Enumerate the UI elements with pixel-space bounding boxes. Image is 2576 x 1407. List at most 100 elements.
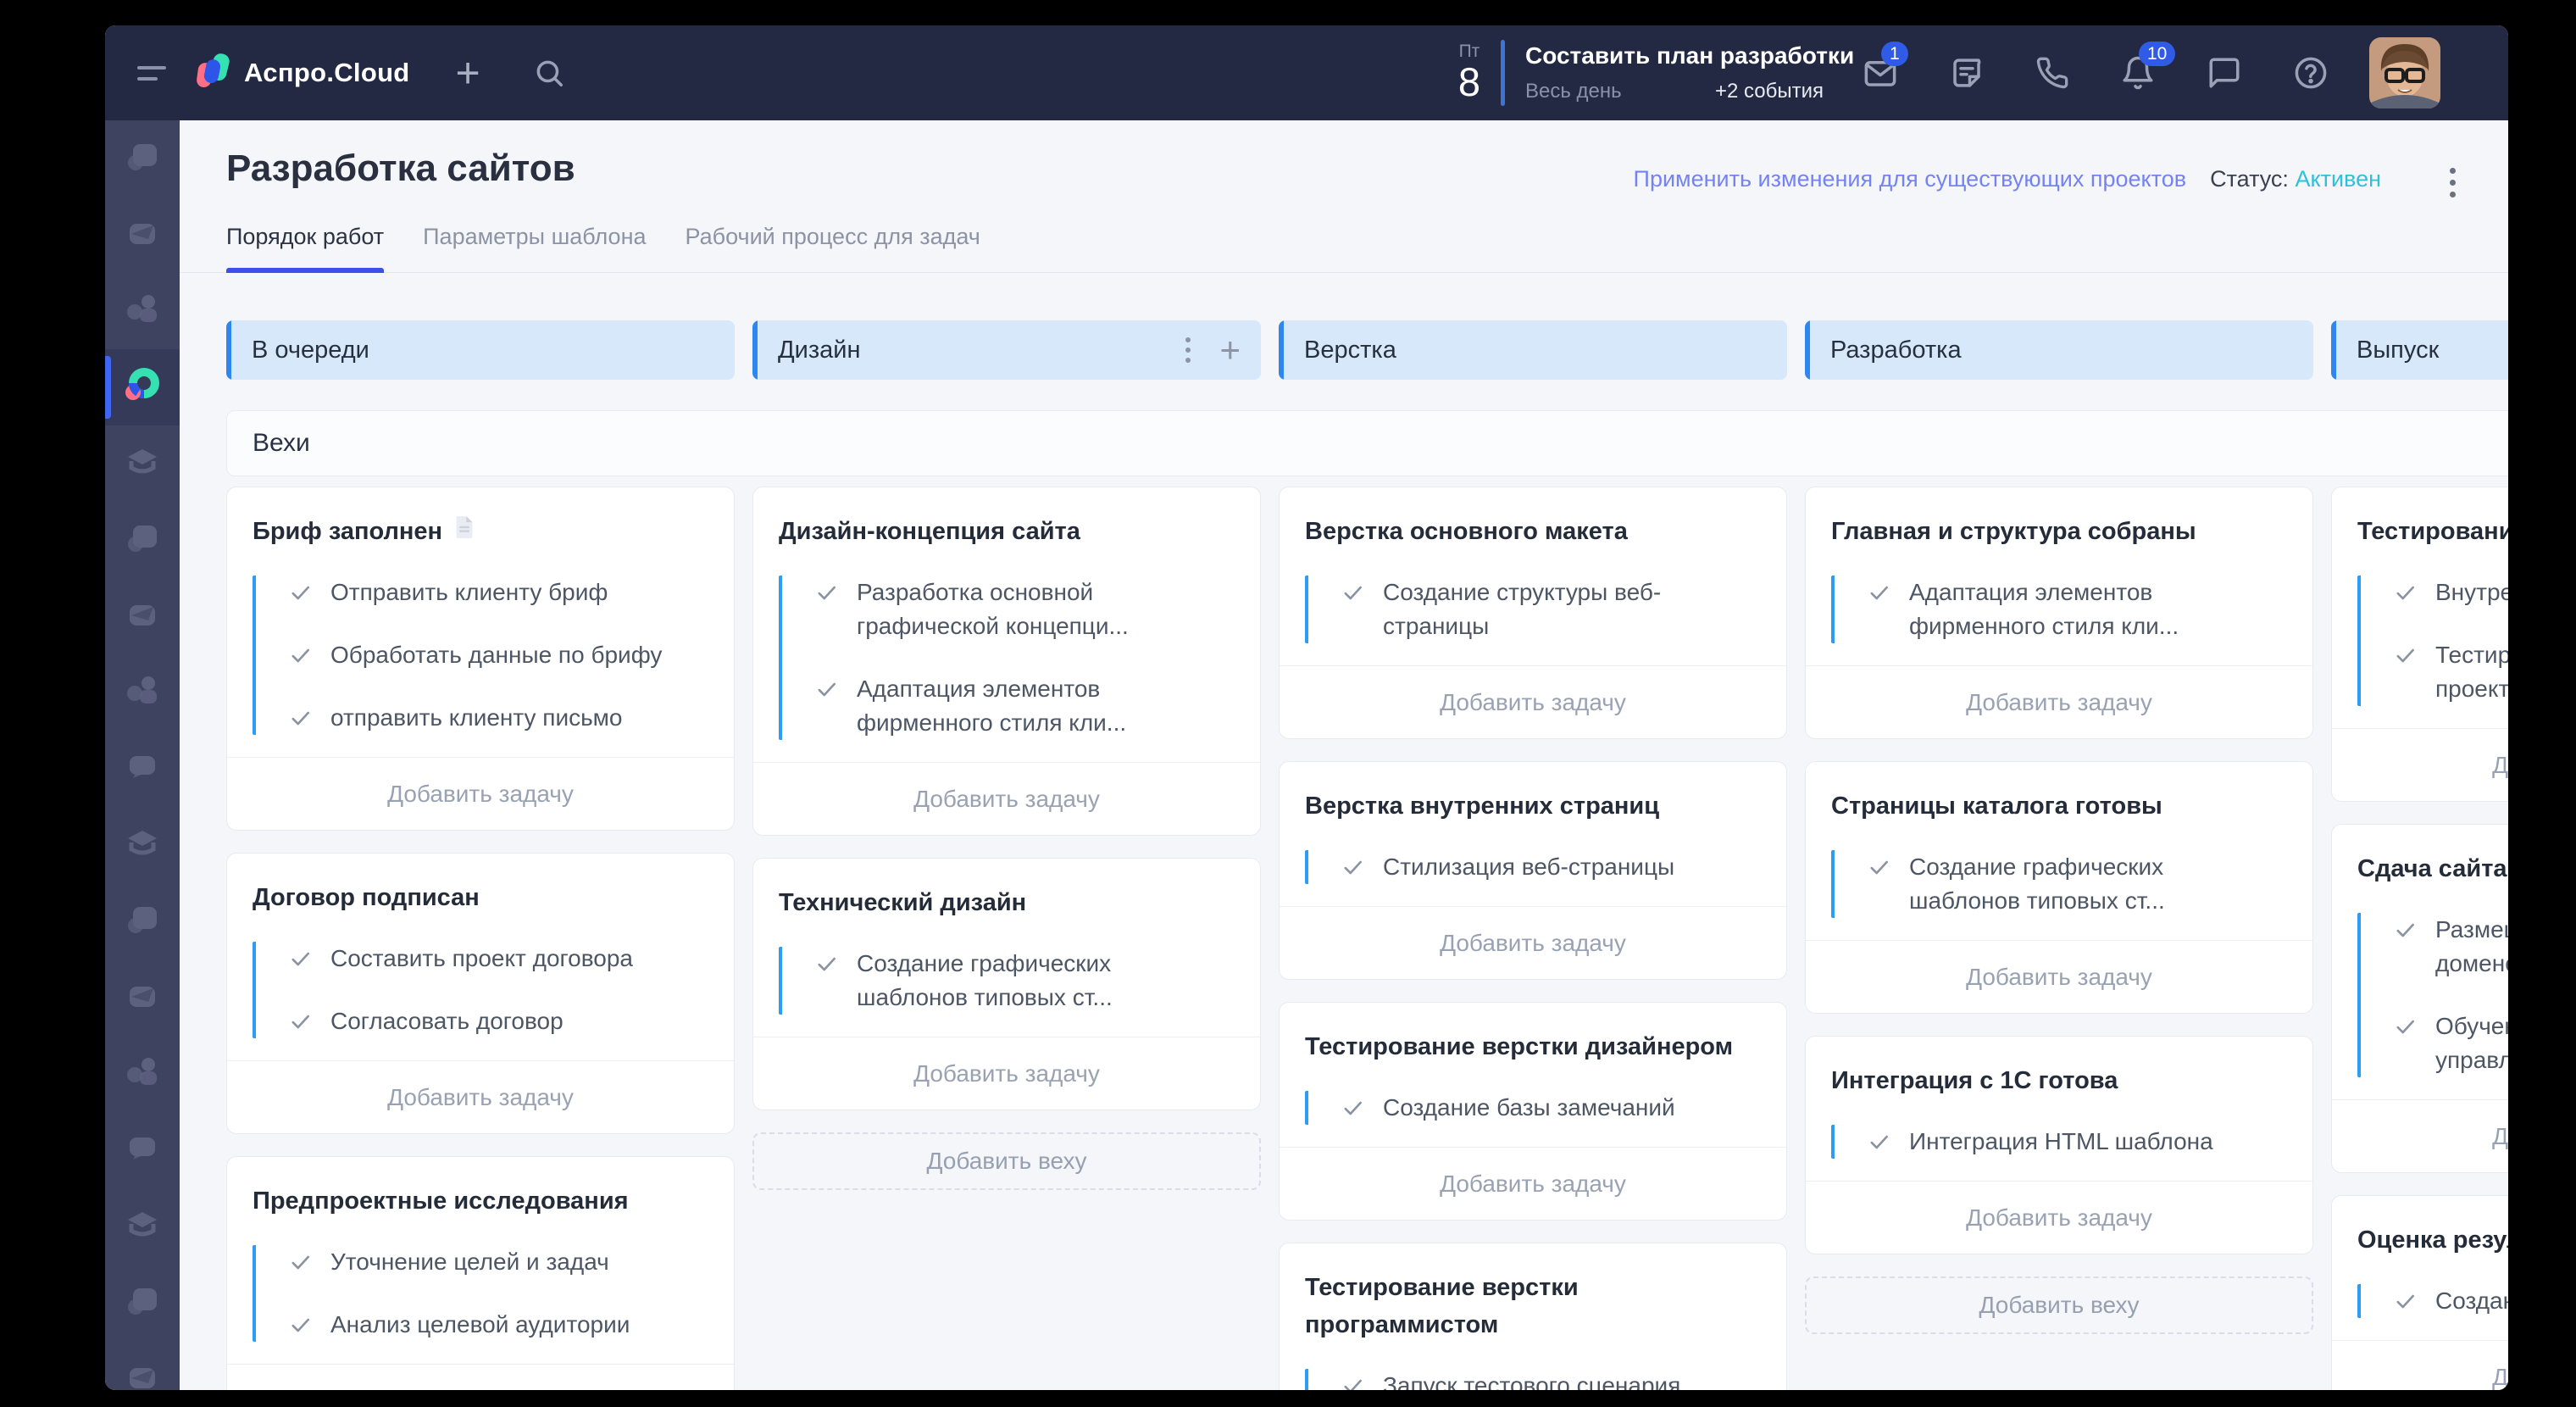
sidebar-item-3[interactable] (105, 273, 180, 349)
column-header-2[interactable]: Дизайн + (752, 320, 1261, 380)
sidebar-item-9[interactable] (105, 731, 180, 807)
search-icon[interactable] (533, 57, 565, 89)
sidebar-item-17[interactable] (105, 1341, 180, 1390)
column-header-4[interactable]: Разработка (1805, 320, 2313, 380)
column-header-3[interactable]: Верстка (1279, 320, 1787, 380)
sidebar-item-12[interactable] (105, 959, 180, 1036)
task-item[interactable]: Создание (2395, 1284, 2508, 1318)
topbar-right: Пт 8 Составить план разработки Весь день… (1458, 37, 2440, 108)
card-title-text: Оценка резул (2357, 1226, 2508, 1254)
task-item[interactable]: Размещендомене к (2395, 913, 2508, 981)
event-more[interactable]: +2 события (1715, 80, 1824, 103)
sidebar-item-7[interactable] (105, 578, 180, 654)
task-text: Адаптация элементов фирменного стиля кли.… (857, 676, 1127, 736)
kebab-vertical-icon[interactable] (1182, 334, 1194, 366)
check-icon (2395, 919, 2417, 981)
add-milestone-button[interactable]: Добавить веху (1805, 1276, 2313, 1334)
task-item[interactable]: Адаптация элементов фирменного стиля кли.… (1868, 576, 2287, 643)
sidebar-item-8[interactable] (105, 654, 180, 731)
task-item[interactable]: Запуск тестового сценария (1342, 1369, 1761, 1390)
task-item[interactable]: Уточнение целей и задач (290, 1245, 708, 1279)
task-item[interactable]: Создание базы замечаний (1342, 1091, 1761, 1125)
add-task-button[interactable]: Добавить задачу (753, 1037, 1260, 1109)
status-value[interactable]: Активен (2295, 166, 2381, 192)
task-item[interactable]: Анализ целевой аудитории (290, 1308, 708, 1342)
task-item[interactable]: Обработать данные по брифу (290, 638, 708, 672)
sidebar-item-13[interactable] (105, 1036, 180, 1112)
add-task-button[interactable]: Добавить задачу (1280, 1147, 1786, 1220)
note-icon[interactable] (1949, 55, 1985, 91)
sidebar-item-15[interactable] (105, 1188, 180, 1265)
add-task-button[interactable]: Добавить задачу (227, 757, 734, 830)
task-list: Адаптация элементов фирменного стиля кли.… (1831, 576, 2287, 643)
task-item[interactable]: Стилизация веб-страницы (1342, 850, 1761, 884)
sidebar-item-10[interactable] (105, 807, 180, 883)
create-plus-icon[interactable]: + (456, 52, 480, 94)
sidebar-item-16[interactable] (105, 1265, 180, 1341)
card-title: Дизайн-концепция сайта (753, 487, 1260, 550)
task-item[interactable]: Разработка основной графической концепци.… (816, 576, 1235, 643)
task-item[interactable]: Интеграция HTML шаблона (1868, 1125, 2287, 1159)
sidebar-item-5[interactable] (105, 425, 180, 502)
task-item[interactable]: Отправить клиенту бриф (290, 576, 708, 609)
add-task-button[interactable]: Добавить задачу (2332, 728, 2508, 801)
task-item[interactable]: Согласовать договор (290, 1004, 708, 1038)
chat-icon[interactable] (2207, 55, 2242, 91)
plus-icon[interactable]: + (1219, 332, 1241, 368)
sidebar-item-4[interactable] (105, 349, 180, 425)
calendar-date[interactable]: Пт 8 (1458, 42, 1480, 103)
logo[interactable]: Аспро.Cloud (195, 52, 410, 95)
task-item[interactable]: Создание графических шаблонов типовых ст.… (816, 947, 1235, 1015)
tab-3[interactable]: Рабочий процесс для задач (686, 224, 980, 272)
task-text: Внутренн (2435, 579, 2508, 605)
add-task-button[interactable]: Добавить задачу (1806, 1181, 2312, 1254)
task-item[interactable]: Создание графических шаблонов типовых ст.… (1868, 850, 2287, 918)
help-icon[interactable] (2293, 55, 2329, 91)
mail-icon[interactable]: 1 (1863, 42, 1908, 91)
card-title-text: Тестирование верстки дизайнером (1305, 1033, 1734, 1060)
column-header-1[interactable]: В очереди (226, 320, 735, 380)
add-task-button[interactable]: Добавить задачу (2332, 1099, 2508, 1172)
today-event[interactable]: Составить план разработки Весь день +2 с… (1525, 42, 1854, 103)
avatar[interactable] (2369, 37, 2440, 108)
bell-icon[interactable]: 10 (2120, 42, 2176, 91)
tab-1[interactable]: Порядок работ (226, 224, 385, 273)
sidebar-item-2[interactable] (105, 197, 180, 273)
card-title-text: Интеграция с 1С готова (1831, 1067, 2118, 1094)
add-task-button[interactable]: Добавить задачу (2332, 1340, 2508, 1390)
add-task-button[interactable]: Добавить задачу (1806, 940, 2312, 1013)
card-title-text: Тестирование (2357, 518, 2508, 545)
task-item[interactable]: отправить клиенту письмо (290, 701, 708, 735)
page-kebab-menu-icon[interactable] (2445, 163, 2461, 203)
add-task-button[interactable]: Добавить задачу (1280, 665, 1786, 738)
tab-2[interactable]: Параметры шаблона (423, 224, 646, 272)
add-task-button[interactable]: Добавить задачу (227, 1364, 734, 1390)
menu-icon[interactable] (137, 65, 166, 81)
sidebar-item-1[interactable] (105, 120, 180, 197)
milestone-card: Тестирование верстки дизайнером Создание … (1279, 1002, 1787, 1221)
task-item[interactable]: Составить проект договора (290, 942, 708, 976)
task-list: Отправить клиенту бриф Обработать данные … (253, 576, 708, 735)
phone-icon[interactable] (2035, 56, 2069, 90)
task-item[interactable]: Обучениеуправлен (2395, 1009, 2508, 1077)
add-task-button[interactable]: Добавить задачу (227, 1060, 734, 1133)
add-task-button[interactable]: Добавить задачу (753, 762, 1260, 835)
task-item[interactable]: Тестировпроекта (2395, 638, 2508, 706)
module-icon (123, 214, 162, 257)
apply-changes-link[interactable]: Применить изменения для существующих про… (1634, 166, 2187, 192)
task-item[interactable]: Адаптация элементов фирменного стиля кли.… (816, 672, 1235, 740)
task-item[interactable]: Внутренн (2395, 576, 2508, 609)
module-icon (123, 1282, 162, 1325)
add-task-button[interactable]: Добавить задачу (1806, 665, 2312, 738)
add-milestone-button[interactable]: Добавить веху (752, 1132, 1261, 1190)
sidebar-item-6[interactable] (105, 502, 180, 578)
task-list: Запуск тестового сценария (1305, 1369, 1761, 1390)
board-column-4: Главная и структура собраны Адаптация эле… (1805, 487, 2313, 1334)
column-header-5[interactable]: Выпуск (2331, 320, 2508, 380)
milestone-card: Технический дизайн Создание графических ша… (752, 858, 1261, 1110)
card-title-text: Верстка основного макета (1305, 518, 1628, 545)
add-task-button[interactable]: Добавить задачу (1280, 906, 1786, 979)
task-item[interactable]: Создание структуры веб-страницы (1342, 576, 1761, 643)
sidebar-item-11[interactable] (105, 883, 180, 959)
sidebar-item-14[interactable] (105, 1112, 180, 1188)
